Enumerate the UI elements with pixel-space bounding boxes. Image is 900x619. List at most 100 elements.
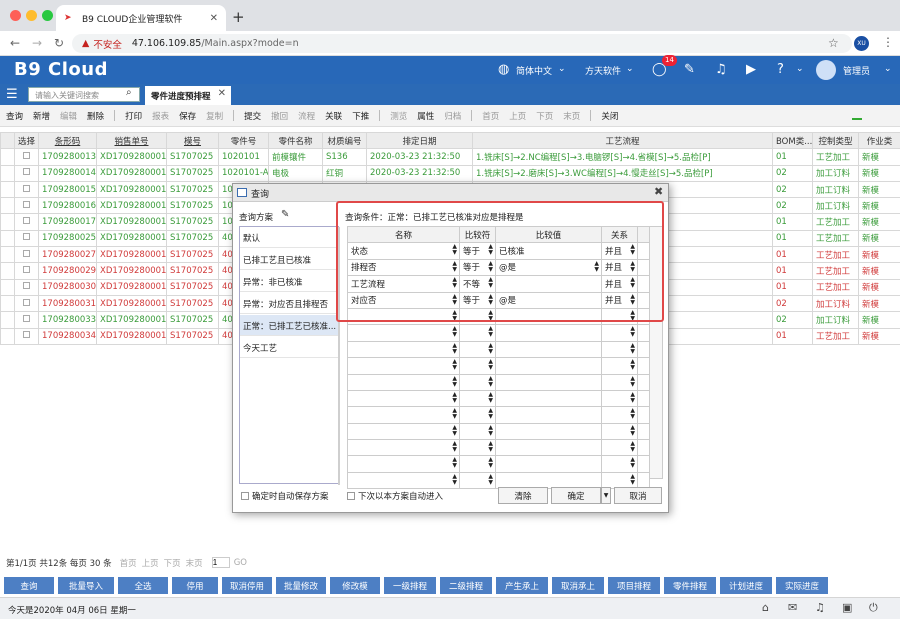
updown-icon[interactable]: ▲ ▼: [630, 359, 635, 371]
row-checkbox[interactable]: [23, 151, 30, 159]
profile-avatar[interactable]: XU: [854, 36, 869, 51]
row-select-cell[interactable]: [14, 180, 39, 199]
toolbar-button[interactable]: 保存: [179, 110, 196, 122]
updown-icon[interactable]: ▲ ▼: [452, 424, 457, 437]
bottom-button[interactable]: 二级排程: [440, 577, 492, 594]
chart-icon[interactable]: ▣: [842, 601, 852, 614]
column-header[interactable]: 零件号: [218, 131, 269, 150]
zoom-window-button[interactable]: [42, 10, 53, 21]
chevron-down-icon[interactable]: ⌄: [626, 64, 634, 74]
plan-item[interactable]: 默认: [240, 227, 338, 248]
user-name[interactable]: 管理员: [843, 64, 870, 77]
toolbar-button[interactable]: 首页: [482, 110, 499, 122]
column-header[interactable]: 销售单号: [96, 131, 167, 150]
condition-cell[interactable]: ▲ ▼: [347, 373, 460, 391]
condition-cell[interactable]: ▲ ▼: [459, 471, 496, 490]
row-select-cell[interactable]: [14, 327, 39, 345]
close-icon[interactable]: ✖: [654, 185, 663, 198]
ok-button[interactable]: 确定: [551, 487, 601, 504]
toolbar-button[interactable]: 新增: [33, 110, 50, 122]
condition-cell[interactable]: ▲ ▼: [601, 357, 638, 375]
condition-row[interactable]: ▲ ▼ ▲ ▼ ▲ ▼: [347, 406, 650, 424]
condition-cell[interactable]: ▲ ▼: [601, 406, 638, 424]
toolbar-button[interactable]: 属性: [417, 110, 434, 122]
condition-cell[interactable]: ▲ ▼: [347, 340, 460, 359]
row-select-cell[interactable]: [14, 197, 39, 215]
condition-cell[interactable]: ▲ ▼: [347, 439, 460, 457]
row-checkbox[interactable]: [23, 331, 30, 339]
condition-cell[interactable]: [495, 406, 602, 424]
row-select-cell[interactable]: [14, 148, 39, 166]
condition-cell[interactable]: ▲ ▼: [459, 406, 496, 424]
toolbar-button[interactable]: 查询: [6, 110, 23, 122]
bottom-button[interactable]: 停用: [172, 577, 218, 594]
updown-icon[interactable]: ▲ ▼: [488, 457, 493, 469]
updown-icon[interactable]: ▲ ▼: [488, 375, 493, 388]
plan-item[interactable]: 已排工艺且已核准: [240, 249, 338, 270]
menu-icon[interactable]: ☰: [6, 87, 18, 102]
toolbar-button[interactable]: 关闭: [601, 110, 618, 122]
prev-page-button[interactable]: 上页: [142, 557, 159, 569]
plan-item[interactable]: 异常：非已核准: [240, 271, 338, 292]
table-row[interactable]: 1709280013 XD1709280001 S1707025 1020101 前模镶…: [0, 148, 900, 166]
updown-icon[interactable]: ▲ ▼: [630, 391, 635, 404]
language-selector[interactable]: 简体中文: [516, 64, 552, 77]
updown-icon[interactable]: ▲ ▼: [452, 473, 457, 486]
toolbar-button[interactable]: 上页: [509, 110, 526, 122]
condition-cell[interactable]: ▲ ▼: [601, 422, 638, 441]
power-icon[interactable]: ⏻: [869, 601, 878, 615]
row-checkbox[interactable]: [23, 314, 30, 322]
user-avatar[interactable]: [816, 60, 836, 80]
toolbar-button[interactable]: 打印: [125, 110, 142, 122]
bell-icon[interactable]: ♫: [715, 62, 727, 77]
row-select-cell[interactable]: [14, 262, 39, 280]
updown-icon[interactable]: ▲ ▼: [452, 375, 457, 388]
bottom-button[interactable]: 零件排程: [664, 577, 716, 594]
updown-icon[interactable]: ▲ ▼: [488, 326, 493, 338]
condition-cell[interactable]: ▲ ▼: [459, 422, 496, 441]
column-header[interactable]: 选择: [14, 131, 39, 150]
first-page-button[interactable]: 首页: [120, 557, 137, 569]
column-header[interactable]: 模号: [166, 131, 219, 150]
cancel-button[interactable]: 取消: [614, 487, 662, 504]
bottom-button[interactable]: 一级排程: [384, 577, 436, 594]
updown-icon[interactable]: ▲ ▼: [630, 342, 635, 355]
toolbar-button[interactable]: 关联: [325, 110, 342, 122]
next-page-button[interactable]: 下页: [164, 557, 181, 569]
condition-cell[interactable]: ▲ ▼: [347, 389, 460, 408]
condition-cell[interactable]: ▲ ▼: [459, 340, 496, 359]
condition-row[interactable]: ▲ ▼ ▲ ▼ ▲ ▼: [347, 340, 650, 359]
updown-icon[interactable]: ▲ ▼: [630, 326, 635, 338]
company-selector[interactable]: 方天软件: [585, 64, 621, 77]
condition-cell[interactable]: ▲ ▼: [347, 422, 460, 441]
bottom-button[interactable]: 实际进度: [776, 577, 828, 594]
column-header[interactable]: BOM类...: [772, 131, 813, 150]
condition-cell[interactable]: ▲ ▼: [459, 373, 496, 391]
row-checkbox[interactable]: [23, 249, 30, 257]
updown-icon[interactable]: ▲ ▼: [452, 326, 457, 338]
row-select-cell[interactable]: [14, 213, 39, 231]
updown-icon[interactable]: ▲ ▼: [630, 473, 635, 486]
plan-item[interactable]: 今天工艺: [240, 337, 338, 358]
column-header[interactable]: 材质编号: [322, 131, 367, 150]
bookmark-star-icon[interactable]: ☆: [828, 36, 839, 50]
condition-cell[interactable]: ▲ ▼: [601, 455, 638, 473]
condition-row[interactable]: ▲ ▼ ▲ ▼ ▲ ▼: [347, 389, 650, 408]
updown-icon[interactable]: ▲ ▼: [488, 408, 493, 420]
updown-icon[interactable]: ▲ ▼: [630, 457, 635, 469]
pen-icon[interactable]: ✎: [684, 62, 695, 77]
go-button[interactable]: GO: [234, 558, 247, 568]
condition-cell[interactable]: ▲ ▼: [601, 373, 638, 391]
toolbar-button[interactable]: 报表: [152, 110, 169, 122]
updown-icon[interactable]: ▲ ▼: [452, 391, 457, 404]
url-field[interactable]: ▲ 不安全 47.106.109.85 /Main.aspx?mode=n: [72, 34, 852, 53]
updown-icon[interactable]: ▲ ▼: [452, 359, 457, 371]
column-header[interactable]: 条形码: [38, 131, 97, 150]
bottom-button[interactable]: 查询: [4, 577, 54, 594]
condition-cell[interactable]: [495, 324, 602, 342]
row-checkbox[interactable]: [23, 200, 30, 208]
help-icon[interactable]: ?: [777, 62, 784, 77]
chevron-down-icon[interactable]: ⌄: [558, 64, 566, 74]
row-checkbox[interactable]: [23, 282, 30, 290]
toolbar-button[interactable]: 提交: [244, 110, 261, 122]
